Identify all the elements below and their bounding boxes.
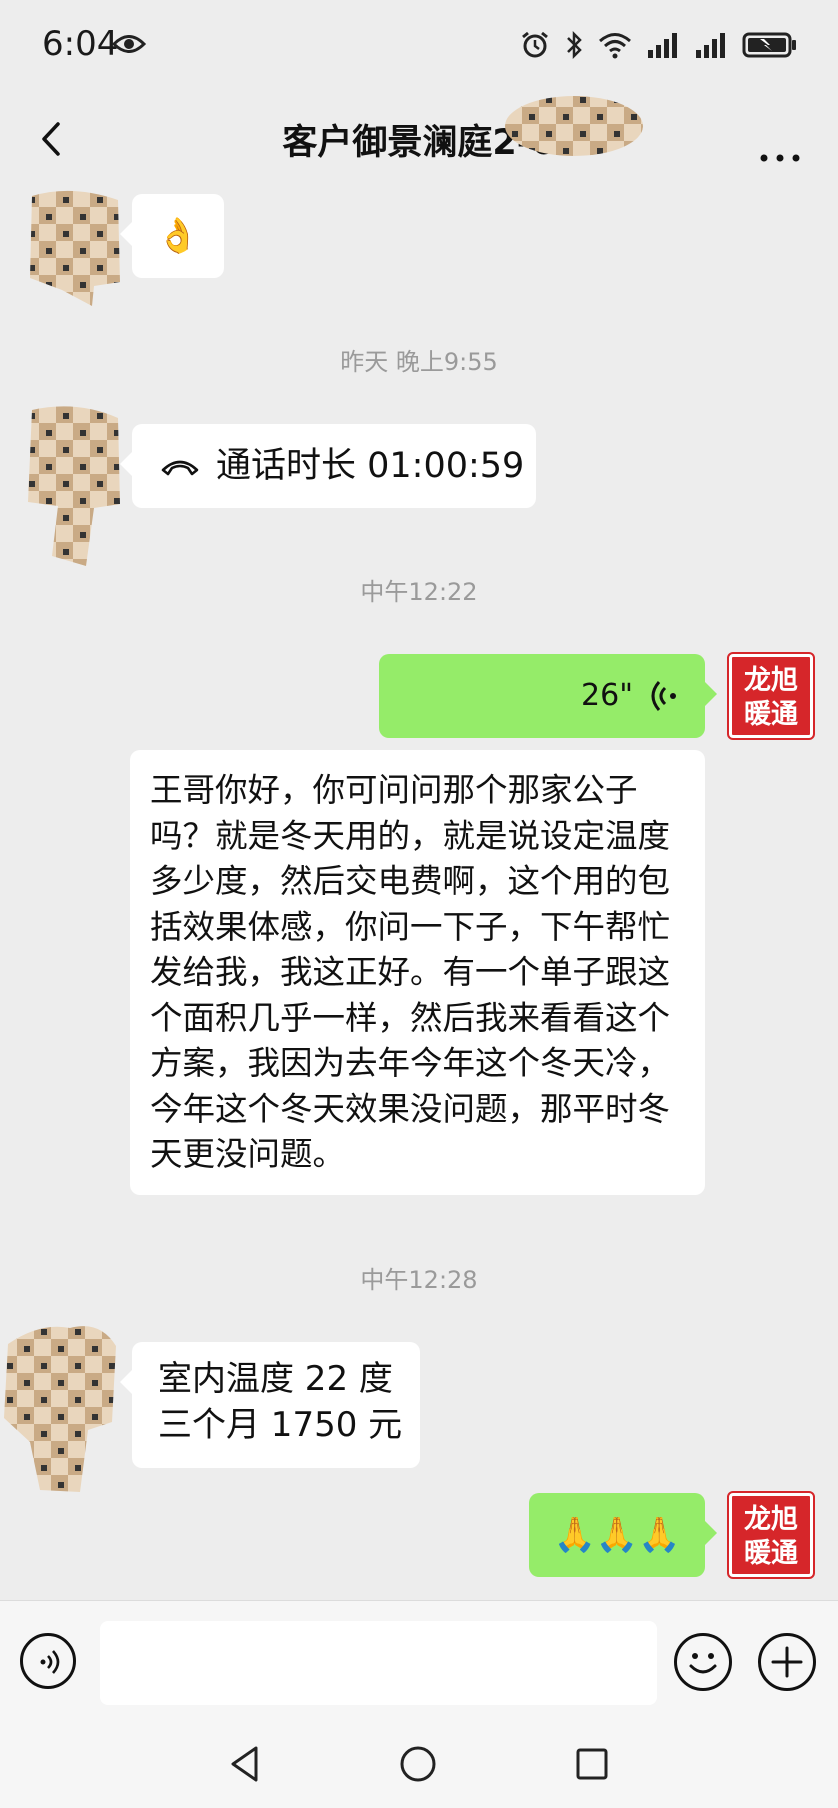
emoji-message-bubble[interactable]: 🙏🙏🙏 bbox=[529, 1493, 717, 1577]
smiley-icon bbox=[689, 1653, 717, 1674]
timestamp: 中午12:28 bbox=[360, 1266, 478, 1294]
emoji-button[interactable] bbox=[674, 1633, 732, 1691]
status-icons bbox=[520, 30, 798, 60]
voice-message-bubble[interactable]: 26" bbox=[379, 654, 717, 738]
call-duration-text: 通话时长 01:00:59 bbox=[216, 446, 525, 486]
signal-icon bbox=[648, 33, 677, 58]
voice-input-button[interactable] bbox=[20, 1633, 76, 1689]
text-line: 三个月 1750 元 bbox=[158, 1405, 403, 1445]
timestamp: 中午12:22 bbox=[360, 578, 478, 606]
ok-hand-emoji: 👌 bbox=[156, 216, 200, 256]
nav-back-icon[interactable] bbox=[228, 1744, 262, 1784]
eye-icon bbox=[112, 35, 146, 53]
voice-duration: 26" bbox=[581, 678, 633, 713]
wifi-icon bbox=[599, 33, 631, 59]
voice-transcript-bubble: 王哥你好，你可问问那个那家公子吗？就是冬天用的，就是说设定温度多少度，然后交电费… bbox=[130, 750, 705, 1195]
voice-wave-icon bbox=[651, 681, 676, 711]
my-avatar-logo[interactable]: 龙旭 暖通 bbox=[727, 652, 815, 740]
contact-avatar[interactable] bbox=[22, 406, 122, 570]
status-time: 6:04 bbox=[42, 24, 119, 64]
bluetooth-icon bbox=[567, 30, 582, 60]
text-line: 室内温度 22 度 bbox=[158, 1359, 393, 1399]
nav-recents-icon[interactable] bbox=[574, 1746, 610, 1782]
more-options-icon[interactable] bbox=[750, 116, 810, 166]
voice-icon bbox=[40, 1650, 60, 1674]
more-functions-button[interactable] bbox=[758, 1633, 816, 1691]
title-mosaic bbox=[505, 96, 643, 156]
call-duration-bubble[interactable]: 通话时长 01:00:59 bbox=[120, 424, 536, 508]
nav-home-icon[interactable] bbox=[398, 1744, 438, 1784]
chat-title: 客户御景澜庭2-6 bbox=[282, 123, 556, 163]
transcript-text: 王哥你好，你可问问那个那家公子吗？就是冬天用的，就是说设定温度多少度，然后交电费… bbox=[150, 771, 671, 1173]
chat-header: 客户御景澜庭2-6 bbox=[0, 96, 838, 186]
input-bar bbox=[0, 1600, 838, 1721]
contact-avatar[interactable] bbox=[0, 1322, 120, 1498]
alarm-icon bbox=[522, 31, 548, 58]
my-avatar-logo[interactable]: 龙旭 暖通 bbox=[727, 1491, 815, 1579]
pray-emoji: 🙏🙏🙏 bbox=[553, 1515, 681, 1555]
plus-icon bbox=[771, 1646, 803, 1678]
emoji-bubble[interactable]: 👌 bbox=[120, 194, 224, 278]
signal-icon-2 bbox=[696, 33, 725, 58]
timestamp: 昨天 晚上9:55 bbox=[340, 348, 498, 376]
text-message-bubble[interactable]: 室内温度 22 度 三个月 1750 元 bbox=[120, 1342, 420, 1468]
phone-hangup-icon bbox=[161, 460, 199, 476]
status-bar: 6:04 bbox=[0, 0, 838, 96]
system-navigation-bar bbox=[0, 1720, 838, 1808]
contact-avatar[interactable] bbox=[22, 190, 122, 308]
battery-icon bbox=[742, 32, 796, 58]
message-input[interactable] bbox=[100, 1621, 657, 1705]
